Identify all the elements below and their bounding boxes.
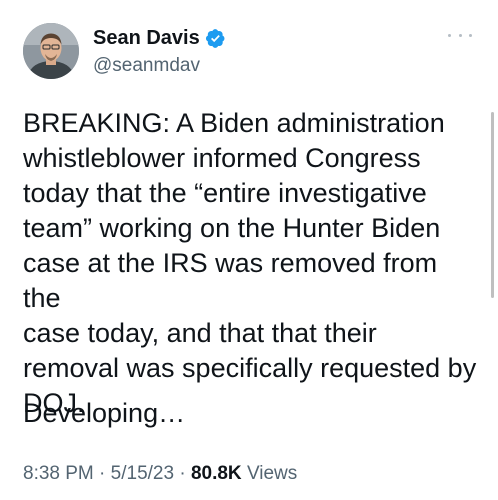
author-info: Sean Davis @seanmdav bbox=[93, 26, 226, 77]
tweet-text-followup: Developing… bbox=[23, 398, 186, 428]
tweet-date[interactable]: 5/15/23 bbox=[111, 463, 174, 484]
author-display-name[interactable]: Sean Davis bbox=[93, 26, 200, 50]
avatar[interactable] bbox=[23, 23, 79, 79]
views-label: Views bbox=[246, 463, 298, 484]
views-count[interactable]: 80.8K bbox=[191, 463, 242, 484]
tweet-time[interactable]: 8:38 PM bbox=[23, 463, 94, 484]
author-handle[interactable]: @seanmdav bbox=[93, 55, 226, 77]
scrollbar[interactable] bbox=[491, 112, 494, 298]
tweet-metadata: 8:38 PM · 5/15/23 · 80.8K Views bbox=[23, 462, 297, 486]
more-options-icon[interactable] bbox=[448, 30, 472, 40]
verified-badge-icon bbox=[205, 28, 226, 49]
name-row: Sean Davis bbox=[93, 26, 226, 50]
meta-separator: · bbox=[179, 463, 186, 484]
tweet-text: BREAKING: A Biden administration whistle… bbox=[23, 108, 477, 418]
meta-separator: · bbox=[99, 463, 106, 484]
tweet: Sean Davis @seanmdav BREAKING: A Biden a… bbox=[0, 0, 498, 500]
